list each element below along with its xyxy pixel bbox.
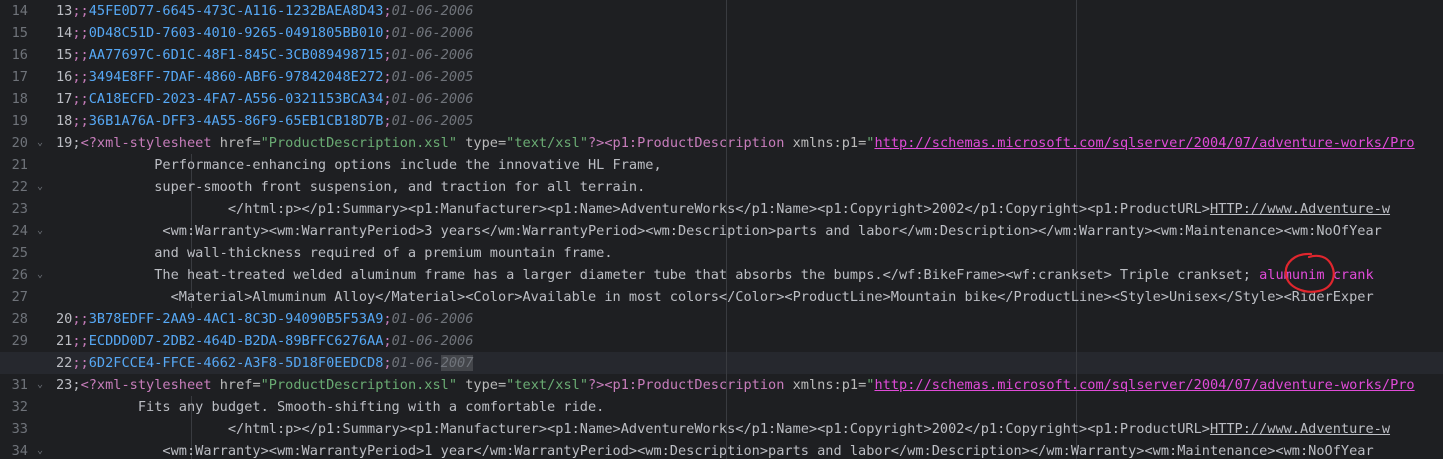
- line-number[interactable]: 21: [0, 154, 28, 176]
- line-number[interactable]: 32: [0, 396, 28, 418]
- schema-url-link: http://schemas.microsoft.com/sqlserver/2…: [874, 135, 1415, 151]
- chevron-down-icon[interactable]: ⌄: [37, 374, 47, 396]
- line-number[interactable]: 23: [0, 198, 28, 220]
- code-line-current[interactable]: 22;;6D2FCCE4-FFCE-4662-A3F8-5D18F0EEDCD8…: [56, 352, 1443, 374]
- line-number[interactable]: 29: [0, 330, 28, 352]
- line-number[interactable]: 34: [0, 440, 28, 459]
- red-circle-annotation: [1284, 252, 1335, 293]
- line-number[interactable]: 22: [0, 176, 28, 198]
- product-url-link: HTTP://www.Adventure-w: [1209, 421, 1391, 437]
- line-number[interactable]: 33: [0, 418, 28, 440]
- line-number[interactable]: 27: [0, 286, 28, 308]
- code-line[interactable]: and wall-thickness required of a premium…: [56, 242, 1443, 264]
- chevron-down-icon[interactable]: ⌄: [37, 220, 47, 242]
- schema-url-link: http://schemas.microsoft.com/sqlserver/2…: [874, 377, 1415, 393]
- code-editor[interactable]: 14 15 16 17 18 19 20 ⌄ 21 22 ⌄ 23 24 ⌄ 2…: [0, 0, 1443, 459]
- code-line[interactable]: Fits any budget. Smooth-shifting with a …: [56, 396, 1443, 418]
- code-line[interactable]: 13;;45FE0D77-6645-473C-A116-1232BAEA8D43…: [56, 0, 1443, 22]
- line-number[interactable]: 14: [0, 0, 28, 22]
- code-line[interactable]: 19;<?xml-stylesheet href="ProductDescrip…: [56, 132, 1443, 154]
- chevron-down-icon[interactable]: ⌄: [37, 176, 47, 198]
- code-line[interactable]: The heat-treated welded aluminum frame h…: [56, 264, 1443, 286]
- code-line[interactable]: 14;;0D48C51D-7603-4010-9265-0491805BB010…: [56, 22, 1443, 44]
- selected-text: 2007: [440, 355, 474, 371]
- code-line[interactable]: super-smooth front suspension, and tract…: [56, 176, 1443, 198]
- line-number-gutter[interactable]: 14 15 16 17 18 19 20 ⌄ 21 22 ⌄ 23 24 ⌄ 2…: [0, 0, 56, 459]
- code-line[interactable]: Performance-enhancing options include th…: [56, 154, 1443, 176]
- line-number[interactable]: 26: [0, 264, 28, 286]
- line-number[interactable]: 17: [0, 66, 28, 88]
- code-line[interactable]: 16;;3494E8FF-7DAF-4860-ABF6-97842048E272…: [56, 66, 1443, 88]
- code-line[interactable]: <wm:Warranty><wm:WarrantyPeriod>1 year</…: [56, 440, 1443, 459]
- line-number[interactable]: 25: [0, 242, 28, 264]
- code-line[interactable]: 18;;36B1A76A-DFF3-4A55-86F9-65EB1CB18D7B…: [56, 110, 1443, 132]
- code-line[interactable]: 20;;3B78EDFF-2AA9-4AC1-8C3D-94090B5F53A9…: [56, 308, 1443, 330]
- code-text-area[interactable]: 13;;45FE0D77-6645-473C-A116-1232BAEA8D43…: [0, 0, 1443, 459]
- line-number[interactable]: 31: [0, 374, 28, 396]
- code-line[interactable]: 21;;ECDDD0D7-2DB2-464D-B2DA-89BFFC6276AA…: [56, 330, 1443, 352]
- line-number[interactable]: 20: [0, 132, 28, 154]
- line-number[interactable]: 16: [0, 44, 28, 66]
- line-number[interactable]: 15: [0, 22, 28, 44]
- code-line[interactable]: 23;<?xml-stylesheet href="ProductDescrip…: [56, 374, 1443, 396]
- code-line[interactable]: <Material>Almuminum Alloy</Material><Col…: [56, 286, 1443, 308]
- chevron-down-icon[interactable]: ⌄: [37, 440, 47, 459]
- code-line[interactable]: <wm:Warranty><wm:WarrantyPeriod>3 years<…: [56, 220, 1443, 242]
- line-number[interactable]: 18: [0, 88, 28, 110]
- code-line[interactable]: </html:p></p1:Summary><p1:Manufacturer><…: [56, 198, 1443, 220]
- code-line[interactable]: 17;;CA18ECFD-2023-4FA7-A556-0321153BCA34…: [56, 88, 1443, 110]
- chevron-down-icon[interactable]: ⌄: [37, 132, 47, 154]
- line-number[interactable]: 24: [0, 220, 28, 242]
- chevron-down-icon[interactable]: ⌄: [37, 264, 47, 286]
- line-number[interactable]: 19: [0, 110, 28, 132]
- code-line[interactable]: </html:p></p1:Summary><p1:Manufacturer><…: [56, 418, 1443, 440]
- line-number[interactable]: 28: [0, 308, 28, 330]
- code-line[interactable]: 15;;AA77697C-6D1C-48F1-845C-3CB089498715…: [56, 44, 1443, 66]
- product-url-link: HTTP://www.Adventure-w: [1209, 201, 1391, 217]
